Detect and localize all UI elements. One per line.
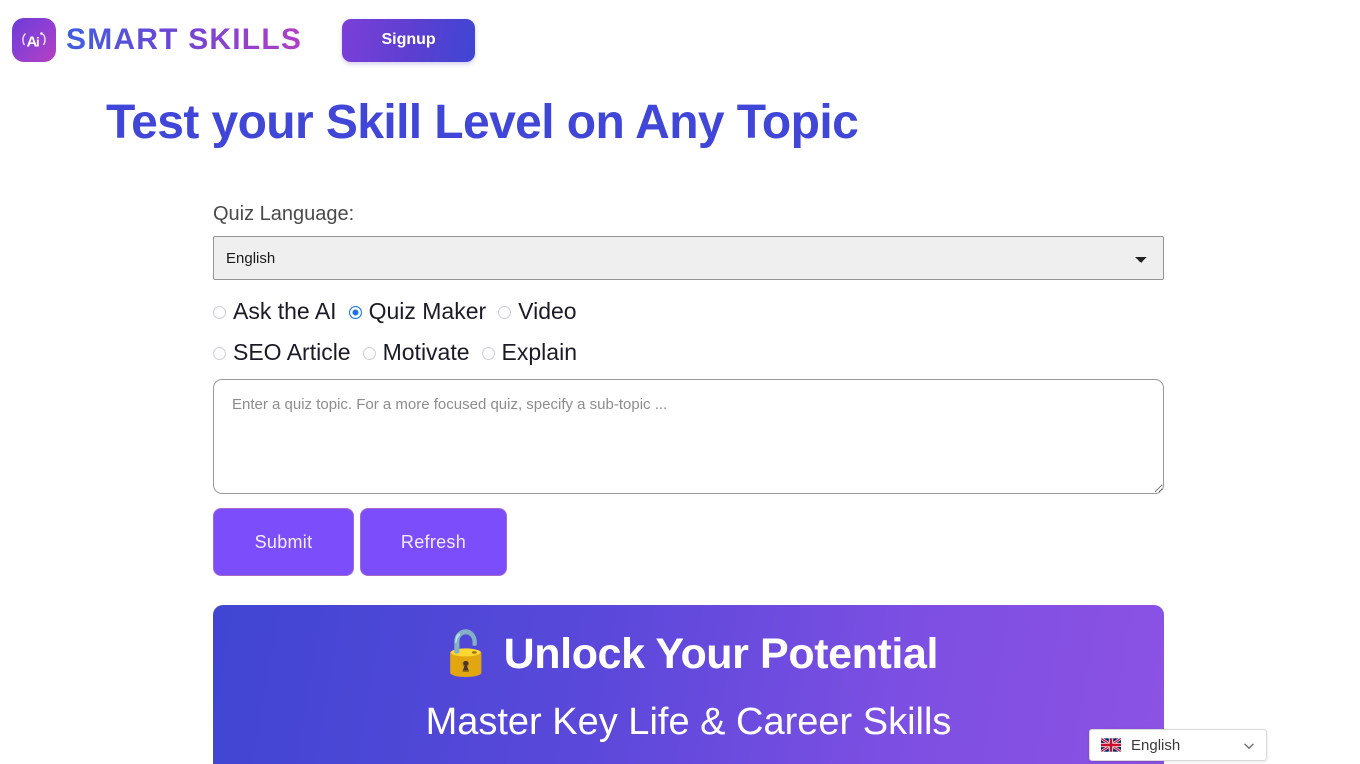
radio-label-seo-article: SEO Article — [233, 338, 351, 365]
page-title: Test your Skill Level on Any Topic — [106, 96, 859, 149]
mode-radio-row-1: Ask the AI Quiz Maker Video — [213, 296, 1164, 326]
radio-input-motivate[interactable] — [362, 346, 376, 360]
radio-input-explain[interactable] — [481, 346, 495, 360]
language-selector-widget[interactable]: English — [1089, 729, 1267, 761]
promo-title: 🔓 Unlock Your Potential — [438, 630, 939, 678]
radio-label-video: Video — [518, 297, 577, 324]
radio-seo-article[interactable]: SEO Article — [213, 339, 351, 366]
radio-input-quiz-maker[interactable] — [348, 305, 362, 319]
signup-button[interactable]: Signup — [342, 18, 476, 62]
radio-label-explain: Explain — [501, 338, 577, 365]
mode-radio-group: Ask the AI Quiz Maker Video SEO Article … — [213, 296, 1164, 367]
radio-explain[interactable]: Explain — [481, 338, 577, 366]
promo-banner: 🔓 Unlock Your Potential Master Key Life … — [213, 605, 1164, 764]
svg-text:i: i — [36, 35, 40, 50]
radio-label-quiz-maker: Quiz Maker — [368, 297, 487, 324]
radio-label-ask-the-ai: Ask the AI — [233, 297, 337, 324]
refresh-button[interactable]: Refresh — [360, 508, 507, 576]
radio-video[interactable]: Video — [498, 297, 577, 325]
ai-logo-icon: A i — [12, 18, 56, 62]
quiz-form: Quiz Language: English Ask the AI Quiz M… — [213, 203, 1164, 576]
radio-input-seo-article[interactable] — [213, 346, 226, 360]
radio-quiz-maker[interactable]: Quiz Maker — [348, 297, 487, 325]
quiz-language-select[interactable]: English — [213, 236, 1164, 280]
chevron-down-icon[interactable] — [1243, 739, 1255, 751]
language-widget-label: English — [1131, 736, 1181, 754]
uk-flag-icon — [1101, 738, 1121, 752]
radio-input-video[interactable] — [498, 305, 512, 319]
promo-subtitle: Master Key Life & Career Skills — [425, 701, 952, 744]
brand-logo[interactable]: A i SMART SKILLS — [12, 18, 302, 62]
site-header: A i SMART SKILLS Signup — [12, 18, 476, 62]
form-button-row: Submit Refresh — [213, 508, 1164, 576]
radio-ask-the-ai[interactable]: Ask the AI — [213, 298, 337, 325]
submit-button[interactable]: Submit — [213, 508, 354, 576]
radio-motivate[interactable]: Motivate — [362, 338, 470, 366]
radio-input-ask-the-ai[interactable] — [213, 305, 226, 319]
radio-label-motivate: Motivate — [382, 338, 470, 365]
brand-name: SMART SKILLS — [66, 23, 303, 56]
mode-radio-row-2: SEO Article Motivate Explain — [213, 337, 1164, 367]
quiz-language-label: Quiz Language: — [213, 203, 355, 225]
quiz-topic-textarea[interactable] — [213, 379, 1164, 494]
